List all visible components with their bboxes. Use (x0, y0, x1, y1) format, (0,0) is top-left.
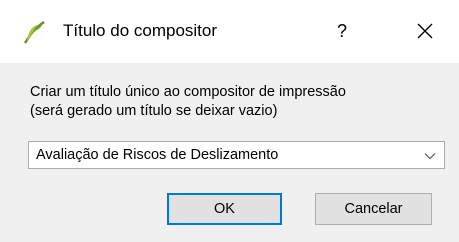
qgis-logo-icon (22, 19, 48, 45)
window-title: Título do compositor (63, 21, 218, 40)
dialog-body: Criar um título único ao compositor de i… (0, 63, 459, 242)
close-button[interactable] (404, 14, 446, 48)
chevron-down-icon (424, 149, 436, 161)
composer-title-dialog: Título do compositor ? Criar um título ú… (0, 0, 459, 242)
title-combobox[interactable]: Avaliação de Riscos de Deslizamento (28, 141, 445, 169)
cancel-button[interactable]: Cancelar (315, 193, 432, 225)
ok-button[interactable]: OK (167, 193, 282, 225)
title-bar[interactable]: Título do compositor ? (0, 0, 459, 63)
combobox-value: Avaliação de Riscos de Deslizamento (36, 147, 279, 163)
help-button[interactable]: ? (322, 14, 362, 48)
description-line-2: (será gerado um título se deixar vazio) (30, 103, 278, 119)
description-label: Criar um título único ao compositor de i… (30, 83, 450, 121)
description-line-1: Criar um título único ao compositor de i… (30, 84, 346, 100)
close-icon (404, 23, 446, 52)
